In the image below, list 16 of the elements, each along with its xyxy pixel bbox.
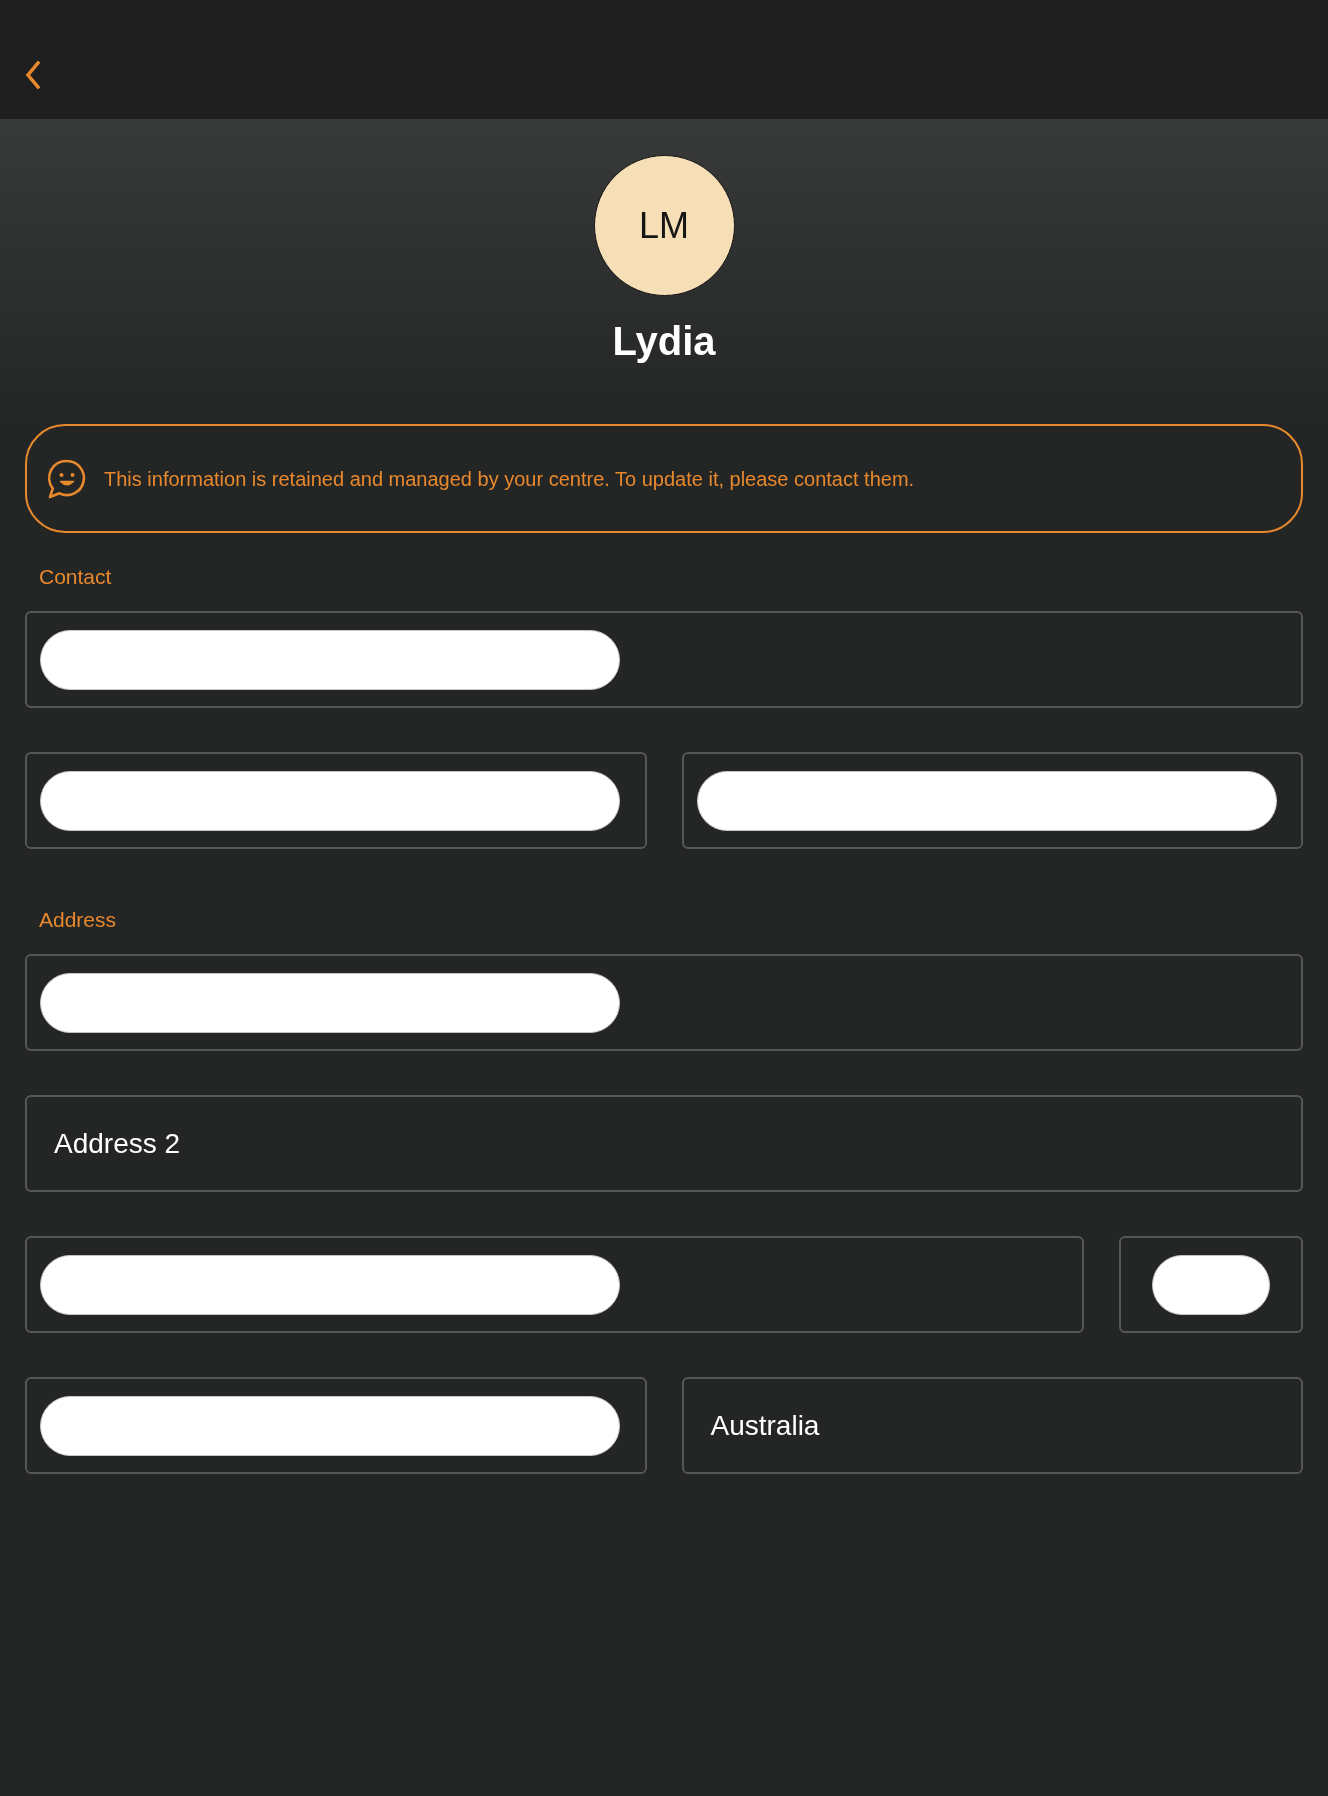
input-field[interactable] — [25, 752, 647, 849]
input-field[interactable] — [681, 752, 1303, 849]
input-field[interactable]: Australia — [681, 1377, 1303, 1474]
avatar-initials: LM — [593, 155, 735, 296]
input-field[interactable] — [1119, 1236, 1303, 1333]
profile-name: Lydia — [612, 318, 716, 365]
input-field[interactable] — [25, 954, 1303, 1051]
input-field[interactable] — [25, 1377, 647, 1474]
section-label: Address — [39, 907, 117, 933]
info-message: This information is retained and managed by your centre. To update it, please contact them. — [104, 466, 915, 492]
input-field[interactable] — [25, 611, 1303, 708]
smiley-chat-icon — [46, 457, 88, 500]
input-field[interactable]: Address 2 — [25, 1095, 1303, 1192]
section-label: Contact — [39, 564, 112, 590]
input-field[interactable] — [25, 1236, 1084, 1333]
back-icon[interactable] — [25, 60, 41, 89]
